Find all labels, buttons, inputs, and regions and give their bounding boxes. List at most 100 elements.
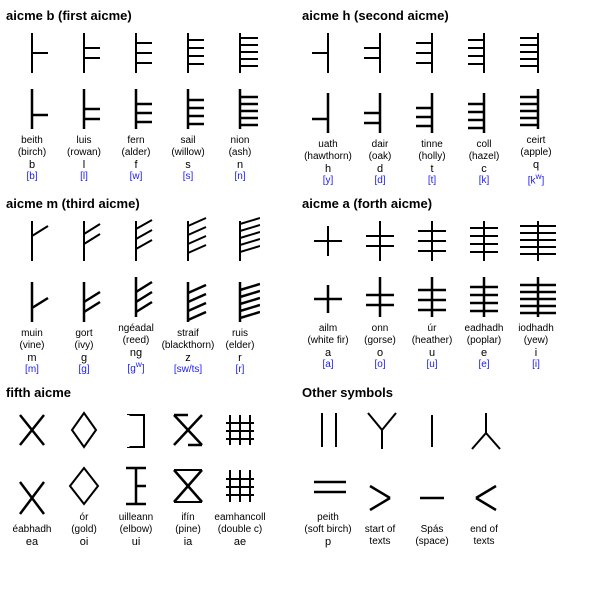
onn-cell	[354, 215, 406, 267]
muin-glyph-bottom	[12, 276, 52, 328]
eadhadh-glyph-top	[464, 215, 504, 267]
tinne-glyph-top	[412, 27, 452, 79]
ur-glyph-bottom	[412, 271, 452, 323]
aicme-b-glyphs-top	[6, 27, 302, 79]
eamhancoll-cell2: eamhancoll(double c) ae	[214, 460, 266, 548]
beith-ipa: [b]	[26, 171, 37, 182]
fern-name: fern(alder)	[122, 135, 151, 159]
luis-glyph-bottom	[64, 83, 104, 135]
iodhadh-name: iodhadh(yew)	[518, 323, 554, 347]
coll-ipa: [k]	[479, 175, 490, 186]
gort-name: gort(ivy)	[75, 328, 94, 352]
luis-glyph-top	[64, 27, 104, 79]
aicme-h-section: aicme h (second aicme)	[302, 8, 598, 186]
eabhadh-glyph-top	[12, 404, 52, 456]
beith-cell2: beith(birch) b [b]	[6, 83, 58, 182]
dair-latin: d	[377, 163, 383, 175]
ruis-cell	[214, 215, 266, 267]
ifin-cell2: ifín(pine) ia	[162, 460, 214, 548]
or-latin: oi	[80, 536, 89, 548]
ruis-glyph-bottom	[220, 276, 260, 328]
nion-name: nion(ash)	[229, 135, 252, 159]
eadhadh-name: eadhadh(poplar)	[465, 323, 504, 347]
straif-name: straif(blackthorn)	[162, 328, 215, 352]
straif-latin: z	[185, 352, 191, 364]
peith-glyph-top	[308, 404, 348, 456]
peith-cell2: peith(soft birch) p	[302, 460, 354, 548]
ceirt-glyph-bottom	[516, 83, 556, 135]
or-glyph-top	[64, 404, 104, 456]
luis-cell	[58, 27, 110, 79]
aicme-m-glyphs-top	[6, 215, 302, 267]
or-cell2: ór(gold) oi	[58, 460, 110, 548]
ceirt-cell2: ceirt(apple) q [kw]	[510, 83, 562, 186]
ifin-cell	[162, 404, 214, 456]
peith-latin: p	[325, 536, 331, 548]
spas-glyph-bottom	[412, 472, 452, 524]
uilleann-glyph-bottom	[116, 460, 156, 512]
gort-cell	[58, 215, 110, 267]
dair-cell2: dair(oak) d [d]	[354, 87, 406, 186]
row-2: aicme m (third aicme)	[6, 196, 598, 374]
ifin-glyph-top	[168, 404, 208, 456]
beith-glyph-bottom	[12, 83, 52, 135]
eadhadh-cell	[458, 215, 510, 267]
ngeadal-glyph-bottom	[116, 271, 156, 323]
iodhadh-latin: i	[535, 347, 537, 359]
fern-cell2: fern(alder) f [w]	[110, 83, 162, 182]
fern-latin: f	[134, 159, 137, 171]
uilleann-latin: ui	[132, 536, 141, 548]
uilleann-glyph-top	[116, 404, 156, 456]
main-container: aicme b (first aicme)	[0, 0, 604, 566]
ifin-name: ifín(pine)	[175, 512, 201, 536]
dair-cell	[354, 27, 406, 79]
start-texts-cell	[354, 404, 406, 456]
muin-ipa: [m]	[25, 364, 39, 375]
luis-name: luis(rowan)	[67, 135, 101, 159]
gort-latin: g	[81, 352, 87, 364]
uath-cell2: uath(hawthorn) h [y]	[302, 87, 354, 186]
end-texts-glyph-bottom	[464, 472, 504, 524]
nion-cell	[214, 27, 266, 79]
ngeadal-glyph-top	[116, 215, 156, 267]
aicme-h-glyphs-top	[302, 27, 598, 79]
coll-name: coll(hazel)	[469, 139, 500, 163]
aicme-b-glyphs-bottom: beith(birch) b [b] luis(rowan) l [l]	[6, 83, 302, 182]
or-cell	[58, 404, 110, 456]
luis-latin: l	[83, 159, 85, 171]
spas-glyph-top	[412, 404, 452, 456]
ceirt-latin: q	[533, 159, 539, 171]
eabhadh-cell2: éabhadh ea	[6, 472, 58, 548]
eamhancoll-glyph-bottom	[220, 460, 260, 512]
fern-glyph-bottom	[116, 83, 156, 135]
nion-glyph-bottom	[220, 83, 260, 135]
gort-cell2: gort(ivy) g [g]	[58, 276, 110, 375]
peith-name: peith(soft birch)	[304, 512, 351, 536]
ailm-ipa: [a]	[322, 359, 333, 370]
eamhancoll-cell	[214, 404, 266, 456]
or-name: ór(gold)	[71, 512, 97, 536]
dair-name: dair(oak)	[369, 139, 392, 163]
ceirt-glyph-top	[516, 27, 556, 79]
or-glyph-bottom	[64, 460, 104, 512]
eadhadh-glyph-bottom	[464, 271, 504, 323]
sail-latin: s	[185, 159, 191, 171]
ifin-latin: ia	[184, 536, 193, 548]
eabhadh-latin: ea	[26, 536, 38, 548]
sail-ipa: [s]	[183, 171, 194, 182]
aicme-a-title: aicme a (forth aicme)	[302, 196, 598, 211]
ailm-glyph-bottom	[308, 271, 348, 323]
sail-cell2: sail(willow) s [s]	[162, 83, 214, 182]
row-1: aicme b (first aicme)	[6, 8, 598, 186]
spas-name: Spás(space)	[415, 524, 448, 548]
aicme-a-glyphs-top	[302, 215, 598, 267]
ruis-ipa: [r]	[236, 364, 245, 375]
nion-ipa: [n]	[234, 171, 245, 182]
tinne-latin: t	[430, 163, 433, 175]
gort-glyph-top	[64, 215, 104, 267]
sail-glyph-top	[168, 27, 208, 79]
ruis-latin: r	[238, 352, 242, 364]
fern-cell	[110, 27, 162, 79]
beith-latin: b	[29, 159, 35, 171]
ngeadal-name: ngéadal(reed)	[118, 323, 154, 347]
